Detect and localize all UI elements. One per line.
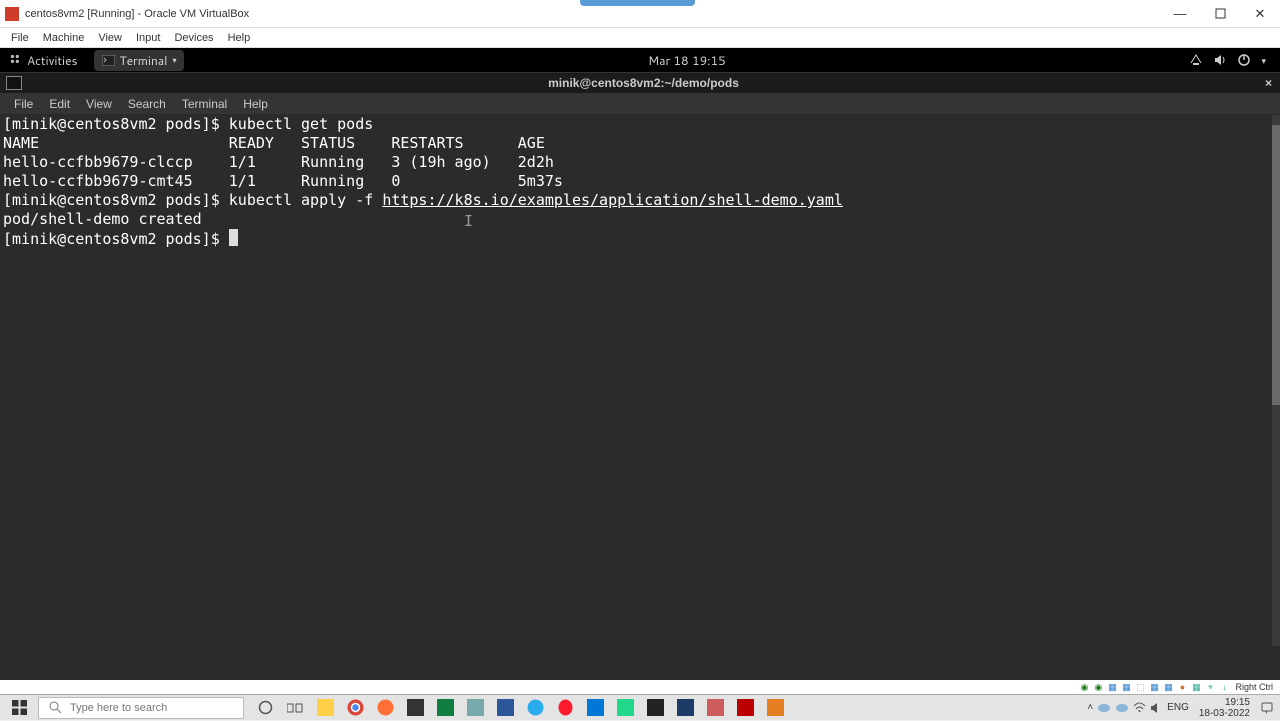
- excel-icon[interactable]: [430, 695, 460, 721]
- vbox-app-icon[interactable]: [670, 695, 700, 721]
- search-icon: [49, 701, 62, 714]
- terminal-cursor: [229, 229, 238, 246]
- task-view-icon[interactable]: [280, 695, 310, 721]
- term-menu-file[interactable]: File: [6, 95, 41, 113]
- gnome-active-app-button[interactable]: Terminal ▾: [94, 50, 185, 71]
- file-explorer-icon[interactable]: [310, 695, 340, 721]
- command-text: kubectl apply -f: [229, 191, 383, 209]
- term-menu-view[interactable]: View: [78, 95, 120, 113]
- app-icon[interactable]: [760, 695, 790, 721]
- windows-start-button[interactable]: [0, 695, 38, 720]
- filezilla-icon[interactable]: [730, 695, 760, 721]
- terminal-app-icon: [102, 55, 115, 66]
- vbox-menu-devices[interactable]: Devices: [167, 30, 220, 46]
- vbox-hd-icon[interactable]: ◉: [1078, 681, 1090, 693]
- term-menu-edit[interactable]: Edit: [41, 95, 78, 113]
- tray-time: 19:15: [1199, 697, 1250, 708]
- window-maximize-button[interactable]: [1200, 0, 1240, 27]
- vbox-network-icon[interactable]: ▦: [1120, 681, 1132, 693]
- vbox-menu-machine[interactable]: Machine: [36, 30, 92, 46]
- vbox-usb-icon[interactable]: ⬚: [1134, 681, 1146, 693]
- word-icon[interactable]: [490, 695, 520, 721]
- windows-search-box[interactable]: Type here to search: [38, 697, 244, 719]
- vbox-menu-view[interactable]: View: [91, 30, 129, 46]
- shell-prompt: [minik@centos8vm2 pods]$: [3, 230, 229, 248]
- output-line: pod/shell-demo created: [3, 210, 202, 228]
- vbox-display-icon[interactable]: ▦: [1162, 681, 1174, 693]
- shell-prompt: [minik@centos8vm2 pods]$: [3, 115, 229, 133]
- gnome-activities-label: Activities: [27, 52, 78, 69]
- vbox-host-key-label[interactable]: Right Ctrl: [1232, 682, 1276, 692]
- pycharm-icon[interactable]: [610, 695, 640, 721]
- terminal-scrollbar[interactable]: [1272, 115, 1280, 646]
- virtualbox-icon: [5, 7, 19, 21]
- tray-cloud-icon[interactable]: [1115, 703, 1129, 713]
- table-row: hello-ccfbb9679-cmt45 1/1 Running 0 5m37…: [3, 172, 563, 190]
- vbox-recording-icon[interactable]: ●: [1176, 681, 1188, 693]
- tray-chevron-icon[interactable]: ˄: [1087, 702, 1093, 713]
- tray-date: 18-03-2022: [1199, 708, 1250, 719]
- shell-prompt: [minik@centos8vm2 pods]$: [3, 191, 229, 209]
- chevron-down-icon: ▾: [172, 54, 176, 66]
- gnome-activities-button[interactable]: Activities: [0, 48, 88, 72]
- command-text: kubectl get pods: [229, 115, 374, 133]
- terminal-window-title: minik@centos8vm2:~/demo/pods: [30, 76, 1257, 90]
- vbox-menu-help[interactable]: Help: [221, 30, 258, 46]
- vbox-menu-input[interactable]: Input: [129, 30, 167, 46]
- vbox-cpu-icon[interactable]: ▦: [1190, 681, 1202, 693]
- opera-icon[interactable]: [550, 695, 580, 721]
- terminal-app-icon[interactable]: [640, 695, 670, 721]
- chevron-down-icon[interactable]: ▾: [1261, 54, 1266, 67]
- terminal-window-icon: [6, 76, 22, 90]
- tray-clock[interactable]: 19:15 18-03-2022: [1193, 697, 1256, 719]
- chrome-icon[interactable]: [340, 695, 370, 721]
- tray-notifications-icon[interactable]: [1260, 701, 1274, 715]
- output-header: NAME READY STATUS RESTARTS AGE: [3, 134, 545, 152]
- activities-icon: [10, 54, 23, 67]
- gnome-top-bar: Activities Terminal ▾ Mar 18 19:15 ▾: [0, 48, 1280, 72]
- term-menu-help[interactable]: Help: [235, 95, 276, 113]
- vbox-menu-file[interactable]: File: [4, 30, 36, 46]
- vbox-audio-icon[interactable]: ▦: [1106, 681, 1118, 693]
- cortana-icon[interactable]: [250, 695, 280, 721]
- terminal-window-titlebar: minik@centos8vm2:~/demo/pods ×: [0, 72, 1280, 94]
- terminal-surface[interactable]: [minik@centos8vm2 pods]$ kubectl get pod…: [0, 115, 1280, 680]
- firefox-icon[interactable]: [370, 695, 400, 721]
- tray-wifi-icon[interactable]: [1133, 702, 1146, 713]
- gnome-active-app-label: Terminal: [120, 52, 168, 69]
- vbox-optical-icon[interactable]: ◉: [1092, 681, 1104, 693]
- tray-lang-label[interactable]: ENG: [1167, 702, 1189, 713]
- term-menu-search[interactable]: Search: [120, 95, 174, 113]
- virtualbox-title-text: centos8vm2 [Running] - Oracle VM Virtual…: [25, 8, 1160, 20]
- term-menu-terminal[interactable]: Terminal: [174, 95, 235, 113]
- vbox-shared-icon[interactable]: ▦: [1148, 681, 1160, 693]
- vbox-keyboard-icon[interactable]: ↓: [1218, 681, 1230, 693]
- network-icon[interactable]: [1189, 53, 1203, 67]
- app-icon[interactable]: [700, 695, 730, 721]
- terminal-close-button[interactable]: ×: [1257, 76, 1280, 90]
- windows-search-placeholder: Type here to search: [70, 702, 167, 714]
- scrollbar-thumb[interactable]: [1272, 125, 1280, 405]
- command-url[interactable]: https://k8s.io/examples/application/shel…: [382, 191, 843, 209]
- terminal-menubar: File Edit View Search Terminal Help: [0, 94, 1280, 115]
- virtualbox-statusbar: ◉ ◉ ▦ ▦ ⬚ ▦ ▦ ● ▦ ⌖ ↓ Right Ctrl: [0, 680, 1280, 694]
- virtualbox-menubar: File Machine View Input Devices Help: [0, 28, 1280, 48]
- telegram-icon[interactable]: [520, 695, 550, 721]
- windows-taskbar: Type here to search ˄ ENG 19:15 18-03-20…: [0, 694, 1280, 720]
- vbox-mouse-icon[interactable]: ⌖: [1204, 681, 1216, 693]
- cmd-icon[interactable]: [400, 695, 430, 721]
- tray-volume-icon[interactable]: [1150, 702, 1163, 714]
- window-close-button[interactable]: ✕: [1240, 0, 1280, 27]
- volume-icon[interactable]: [1213, 53, 1227, 67]
- window-minimize-button[interactable]: —: [1160, 0, 1200, 27]
- text-caret-icon: I: [464, 212, 473, 231]
- table-row: hello-ccfbb9679-clccp 1/1 Running 3 (19h…: [3, 153, 554, 171]
- tray-onedrive-icon[interactable]: [1097, 703, 1111, 713]
- power-icon[interactable]: [1237, 53, 1251, 67]
- vscode-icon[interactable]: [580, 695, 610, 721]
- gnome-clock[interactable]: Mar 18 19:15: [184, 52, 1189, 69]
- app-icon[interactable]: [460, 695, 490, 721]
- window-accent-strip: [580, 0, 695, 6]
